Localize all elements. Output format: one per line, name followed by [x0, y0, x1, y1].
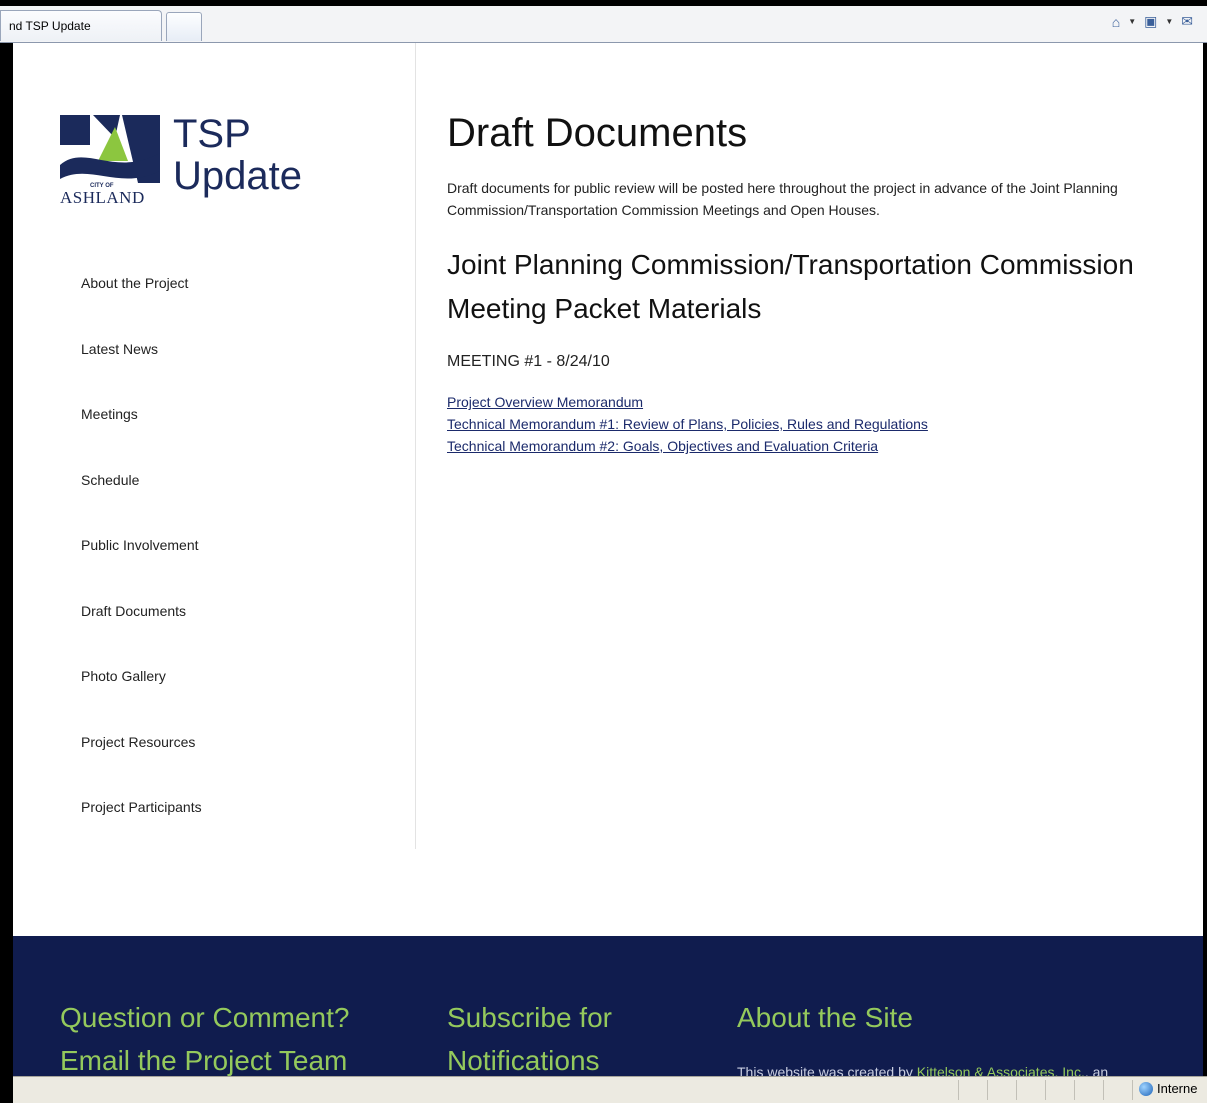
nav-project-participants[interactable]: Project Participants: [81, 799, 202, 815]
nav-about-the-project[interactable]: About the Project: [81, 275, 188, 291]
meeting-label: MEETING #1 - 8/24/10: [447, 353, 610, 370]
footer-subscribe[interactable]: Subscribe for Notifications: [447, 996, 612, 1076]
footer-contact-line1: Question or Comment?: [60, 1002, 350, 1033]
site-title-line2: Update: [173, 154, 302, 198]
footer-contact[interactable]: Question or Comment? Email the Project T…: [60, 996, 349, 1076]
nav-project-resources[interactable]: Project Resources: [81, 734, 195, 750]
doc-link-project-overview[interactable]: Project Overview Memorandum: [447, 391, 1187, 413]
doc-link-tech-memo-1[interactable]: Technical Memorandum #1: Review of Plans…: [447, 413, 1187, 435]
section-title: Joint Planning Commission/Transportation…: [447, 249, 1134, 324]
status-divider: [958, 1080, 959, 1100]
footer-subscribe-line1: Subscribe for: [447, 1002, 612, 1033]
globe-icon: [1139, 1081, 1153, 1096]
footer-kittelson-link[interactable]: Kittelson & Associates, Inc.: [917, 1064, 1085, 1076]
footer-about-title: About the Site: [737, 1002, 913, 1033]
nav-meetings[interactable]: Meetings: [81, 406, 138, 422]
nav-public-involvement[interactable]: Public Involvement: [81, 537, 199, 553]
footer-about-text: This website was created by Kittelson & …: [737, 1064, 1108, 1076]
site-title-line1: TSP: [173, 112, 251, 156]
browser-tab-active[interactable]: nd TSP Update: [0, 10, 162, 41]
feed-dropdown-icon[interactable]: ▼: [1165, 17, 1173, 26]
security-zone-label: Interne: [1157, 1081, 1198, 1096]
intro-paragraph: Draft documents for public review will b…: [447, 180, 1118, 218]
site-title[interactable]: TSP Update: [173, 113, 302, 197]
status-divider: [987, 1080, 988, 1100]
document-links: Project Overview Memorandum Technical Me…: [447, 391, 1187, 457]
status-divider: [1103, 1080, 1104, 1100]
footer-subscribe-line2: Notifications: [447, 1045, 600, 1076]
doc-link-tech-memo-2[interactable]: Technical Memorandum #2: Goals, Objectiv…: [447, 435, 1187, 457]
nav-schedule[interactable]: Schedule: [81, 472, 139, 488]
rss-feed-icon[interactable]: ▣: [1144, 13, 1157, 30]
footer-about-suffix: , an: [1084, 1064, 1109, 1076]
status-divider: [1045, 1080, 1046, 1100]
status-divider: [1074, 1080, 1075, 1100]
main-navigation: About the Project Latest News Meetings S…: [81, 275, 202, 865]
mail-icon[interactable]: ✉: [1181, 13, 1193, 30]
status-divider: [1132, 1080, 1133, 1100]
nav-photo-gallery[interactable]: Photo Gallery: [81, 668, 166, 684]
nav-draft-documents[interactable]: Draft Documents: [81, 603, 186, 619]
browser-tab-strip: nd TSP Update ⌂ ▼ ▣ ▼ ✉: [0, 6, 1207, 43]
new-tab-button[interactable]: [166, 12, 202, 41]
command-bar: ⌂ ▼ ▣ ▼ ✉: [1112, 13, 1193, 30]
page-title: Draft Documents: [447, 111, 748, 155]
browser-status-bar: Interne: [13, 1076, 1207, 1103]
footer-about-prefix: This website was created by: [737, 1064, 917, 1076]
security-zone[interactable]: Interne: [1139, 1081, 1207, 1096]
status-divider: [1016, 1080, 1017, 1100]
sidebar: CITY OF ASHLAND TSP Update About the Pro…: [13, 43, 416, 849]
nav-latest-news[interactable]: Latest News: [81, 341, 158, 357]
logo-ashland-text: ASHLAND: [60, 188, 145, 207]
home-icon[interactable]: ⌂: [1112, 14, 1120, 30]
footer-contact-line2: Email the Project Team: [60, 1045, 348, 1076]
home-dropdown-icon[interactable]: ▼: [1128, 17, 1136, 26]
site-footer: Question or Comment? Email the Project T…: [13, 936, 1203, 1076]
main-content: Draft Documents Draft documents for publ…: [447, 109, 1187, 457]
web-page: CITY OF ASHLAND TSP Update About the Pro…: [13, 43, 1203, 1076]
